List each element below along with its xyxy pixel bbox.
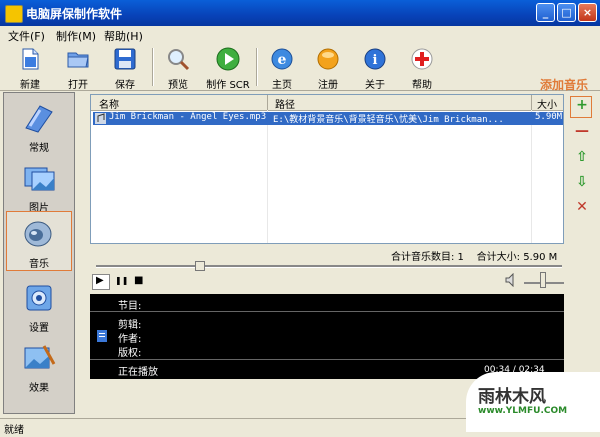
author-label: 作者: (118, 334, 142, 345)
column-path[interactable]: 路径 (275, 96, 295, 111)
pause-button[interactable]: ❚❚ (115, 276, 128, 285)
save-disk-icon (114, 48, 136, 70)
effect-icon (24, 345, 56, 369)
new-file-icon (22, 48, 39, 70)
close-button[interactable]: × (578, 3, 597, 22)
column-divider (267, 95, 268, 110)
settings-icon (26, 285, 52, 311)
row-size: 5.90M (535, 112, 563, 122)
magnifier-icon (168, 49, 190, 71)
orange-orb-icon (317, 48, 339, 70)
save-label: 保存 (115, 80, 135, 91)
sidebar-label: 常规 (29, 143, 49, 154)
new-label: 新建 (20, 80, 40, 91)
column-name[interactable]: 名称 (99, 96, 119, 111)
grid-line (267, 110, 268, 243)
progress-track[interactable] (96, 265, 562, 268)
watermark-url: www.YLMFU.COM (478, 406, 568, 416)
music-total-size: 合计大小: 5.90 M (476, 252, 558, 263)
menu-help[interactable]: 帮助(H) (104, 28, 143, 44)
sidebar-item-effect[interactable]: 效果 (6, 336, 72, 396)
general-icon (25, 105, 53, 133)
toolbar-separator (152, 48, 154, 86)
open-label: 打开 (68, 80, 88, 91)
row-path: E:\教材背景音乐\背景轻音乐\忧美\Jim Brickman... (273, 115, 504, 125)
music-count: 合计音乐数目: 1 (391, 252, 464, 263)
sidebar-item-music[interactable]: 音乐 (6, 211, 72, 271)
column-divider (531, 95, 532, 110)
sidebar-label: 设置 (29, 323, 49, 334)
volume-thumb[interactable] (540, 272, 546, 288)
music-list[interactable]: 名称 路径 大小 Jim Brickman - Angel Eyes.mp3 E… (90, 94, 564, 244)
toolbar-separator (256, 48, 258, 86)
menu-file[interactable]: 文件(F) (8, 28, 45, 44)
speaker-volume-icon[interactable] (505, 273, 519, 287)
now-playing-label: 正在播放 (118, 367, 158, 378)
sidebar-item-picture[interactable]: 图片 (6, 156, 72, 216)
play-green-icon (216, 47, 240, 71)
stop-button[interactable]: ■ (134, 275, 143, 286)
album-label: 剪辑: (118, 320, 142, 331)
make-scr-label: 制作 SCR (206, 80, 250, 91)
help-button[interactable]: 帮助 (400, 46, 444, 91)
copyright-label: 版权: (118, 348, 142, 359)
info-doc-icon (97, 330, 107, 342)
info-icon: i (364, 48, 386, 70)
menu-make[interactable]: 制作(M) (56, 28, 96, 44)
list-header: 名称 路径 大小 (91, 95, 563, 111)
play-icon: ▶ (96, 275, 104, 286)
about-button[interactable]: i 关于 (353, 46, 397, 91)
preview-label: 预览 (168, 80, 188, 91)
minimize-button[interactable]: _ (536, 3, 555, 22)
sidebar-label: 音乐 (29, 259, 49, 270)
sidebar-label: 效果 (29, 383, 49, 394)
sidebar-item-settings[interactable]: 设置 (6, 276, 72, 336)
app-icon (5, 5, 23, 23)
help-cross-icon (411, 48, 433, 70)
sidebar-item-general[interactable]: 常规 (6, 96, 72, 156)
svg-text:e: e (278, 52, 287, 68)
info-divider (90, 359, 564, 360)
column-size[interactable]: 大小 (537, 96, 557, 111)
progress-thumb[interactable] (195, 261, 205, 271)
make-scr-button[interactable]: 制作 SCR (203, 46, 253, 91)
help-label: 帮助 (412, 80, 432, 91)
program-label: 节目: (118, 301, 142, 312)
music-file-icon (95, 113, 106, 124)
status-text: 就绪 (4, 425, 24, 436)
home-button[interactable]: e 主页 (260, 46, 304, 91)
info-panel: 节目: 剪辑: 作者: 版权: 正在播放 00:34 / 02:34 (90, 294, 564, 379)
grid-line (531, 110, 532, 243)
ie-globe-icon: e (271, 48, 293, 70)
open-button[interactable]: 打开 (56, 46, 100, 91)
about-label: 关于 (365, 80, 385, 91)
new-button[interactable]: 新建 (8, 46, 52, 91)
row-name: Jim Brickman - Angel Eyes.mp3 (109, 112, 267, 122)
window-title: 电脑屏保制作软件 (26, 7, 123, 21)
move-up-button[interactable]: ⇧ (575, 149, 589, 165)
svg-text:i: i (373, 53, 378, 68)
speaker-icon (24, 221, 52, 247)
home-label: 主页 (272, 80, 292, 91)
register-button[interactable]: 注册 (306, 46, 350, 91)
open-folder-icon (67, 52, 89, 68)
watermark-text: 雨林木风 (478, 387, 546, 407)
add-music-button[interactable]: + (575, 97, 589, 113)
register-label: 注册 (318, 80, 338, 91)
table-row[interactable]: Jim Brickman - Angel Eyes.mp3 E:\教材背景音乐\… (93, 112, 563, 125)
add-music-annotation: 添加音乐 (540, 78, 589, 92)
save-button[interactable]: 保存 (103, 46, 147, 91)
picture-icon (24, 167, 55, 191)
remove-music-button[interactable]: — (575, 123, 589, 139)
preview-button[interactable]: 预览 (156, 46, 200, 91)
maximize-button[interactable]: □ (557, 3, 576, 22)
info-divider (90, 311, 564, 312)
move-down-button[interactable]: ⇩ (575, 174, 589, 190)
delete-all-button[interactable]: ✕ (575, 199, 589, 215)
summary: 合计音乐数目: 1 合计大小: 5.90 M (391, 248, 557, 263)
